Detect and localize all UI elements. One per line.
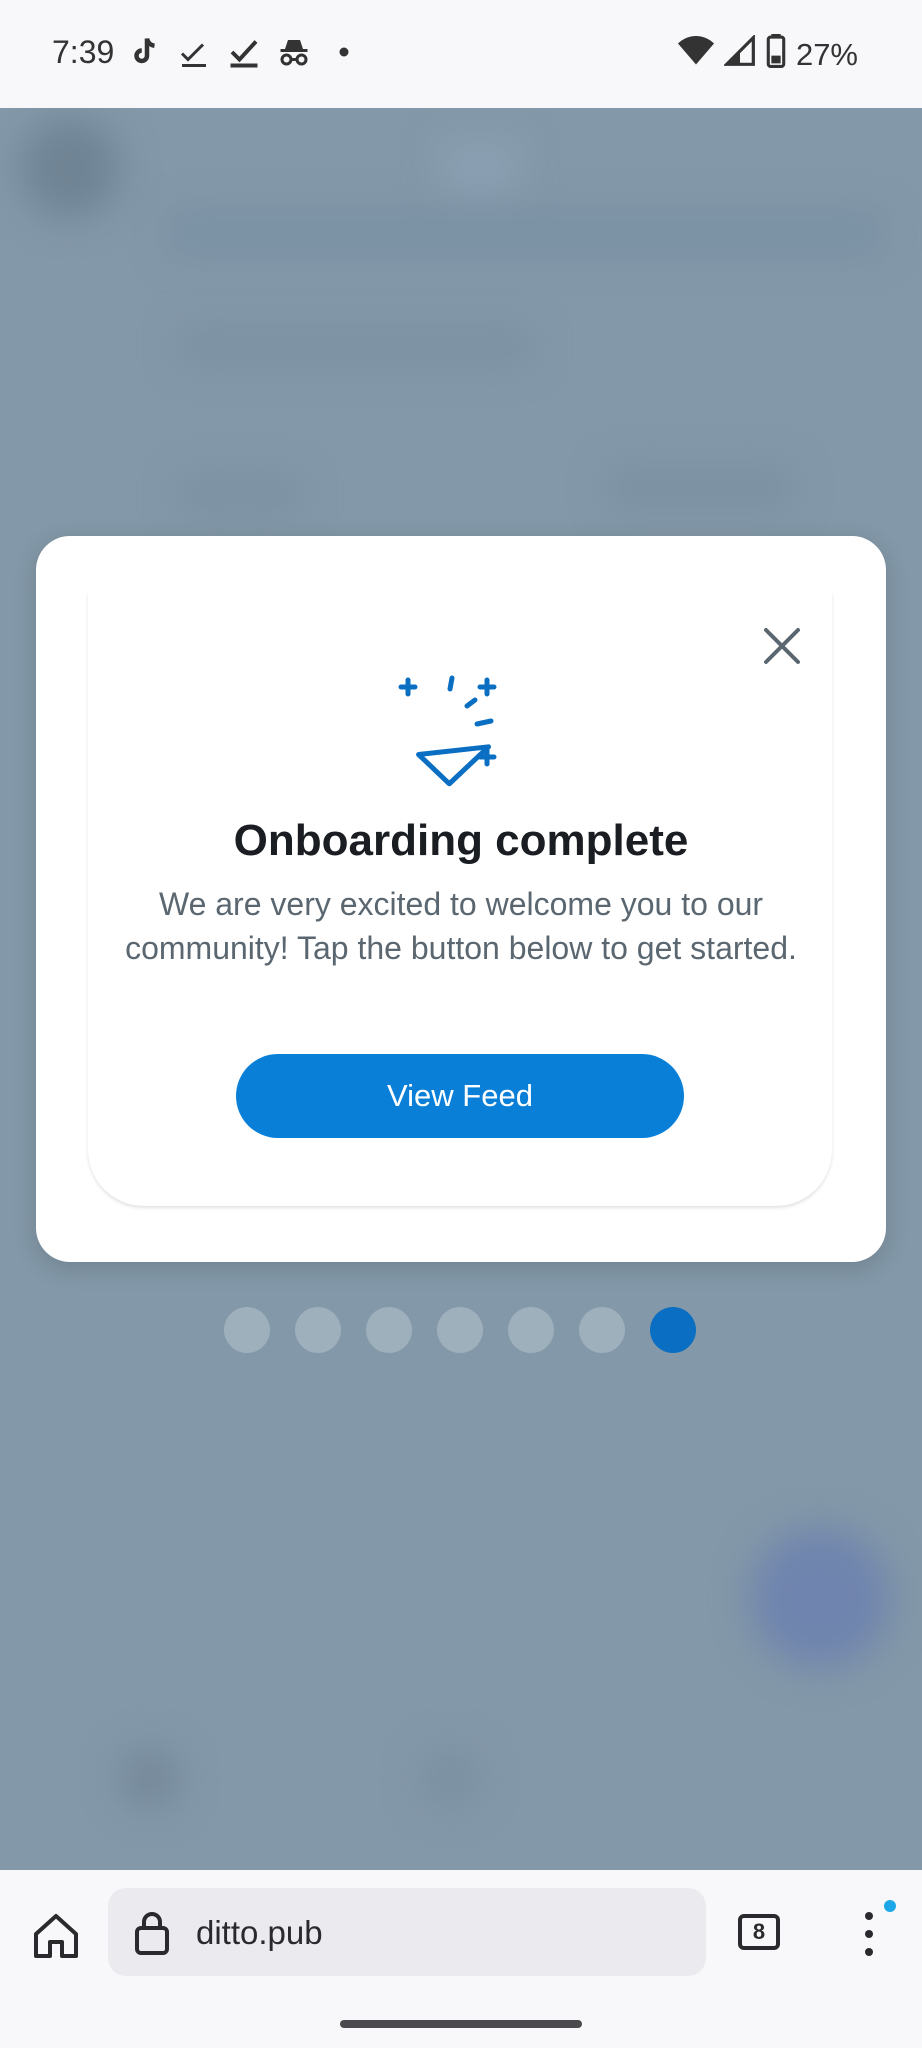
tiktok-icon (126, 34, 162, 70)
lock-icon (135, 1912, 169, 1955)
blurred-fab (750, 1528, 890, 1668)
onboarding-modal: Onboarding complete We are very excited … (36, 536, 886, 1262)
blurred-avatar (20, 118, 120, 218)
url-text: ditto.pub (196, 1914, 323, 1951)
notification-icons (126, 34, 362, 70)
pagination-dot-active[interactable] (650, 1307, 696, 1353)
blurred-nav-icon (120, 1748, 180, 1808)
view-feed-button[interactable]: View Feed (236, 1054, 684, 1138)
check-icon (226, 34, 262, 70)
blurred-text (180, 478, 300, 512)
gesture-bar[interactable] (340, 2020, 582, 2028)
close-icon (764, 628, 800, 664)
party-popper-icon (396, 672, 546, 792)
pagination-dot[interactable] (224, 1307, 270, 1353)
blurred-text (180, 328, 530, 362)
check-icon (176, 34, 212, 70)
battery-percent: 27% (795, 37, 858, 72)
battery-icon (766, 34, 786, 76)
address-bar[interactable]: ditto.pub (108, 1888, 706, 1976)
dot-icon (326, 34, 362, 70)
blurred-text (610, 468, 790, 508)
incognito-icon (276, 34, 312, 70)
wifi-icon (677, 35, 714, 75)
blurred-logo (440, 138, 520, 198)
browser-toolbar: ditto.pub 8 (0, 1870, 922, 2048)
pagination-dot[interactable] (295, 1307, 341, 1353)
update-badge (884, 1900, 896, 1912)
modal-title: Onboarding complete (233, 816, 689, 865)
close-button[interactable] (758, 622, 806, 670)
tab-switcher-button[interactable]: 8 (738, 1914, 780, 1950)
status-bar: 7:39 27% (0, 0, 922, 108)
tab-count: 8 (752, 1919, 766, 1944)
signal-icon (722, 33, 756, 75)
onboarding-pagination (224, 1307, 696, 1353)
overflow-menu-button[interactable] (852, 1906, 886, 1962)
status-time: 7:39 (52, 34, 115, 70)
more-vert-icon (865, 1912, 873, 1956)
pagination-dot[interactable] (508, 1307, 554, 1353)
pagination-dot[interactable] (437, 1307, 483, 1353)
pagination-dot[interactable] (579, 1307, 625, 1353)
modal-description: We are very excited to welcome you to ou… (125, 886, 797, 966)
blurred-header (170, 213, 880, 253)
home-icon (34, 1914, 78, 1958)
blurred-nav-icon (420, 1748, 480, 1808)
pagination-dot[interactable] (366, 1307, 412, 1353)
home-button[interactable] (30, 1910, 82, 1962)
system-status: 27% (677, 33, 858, 76)
